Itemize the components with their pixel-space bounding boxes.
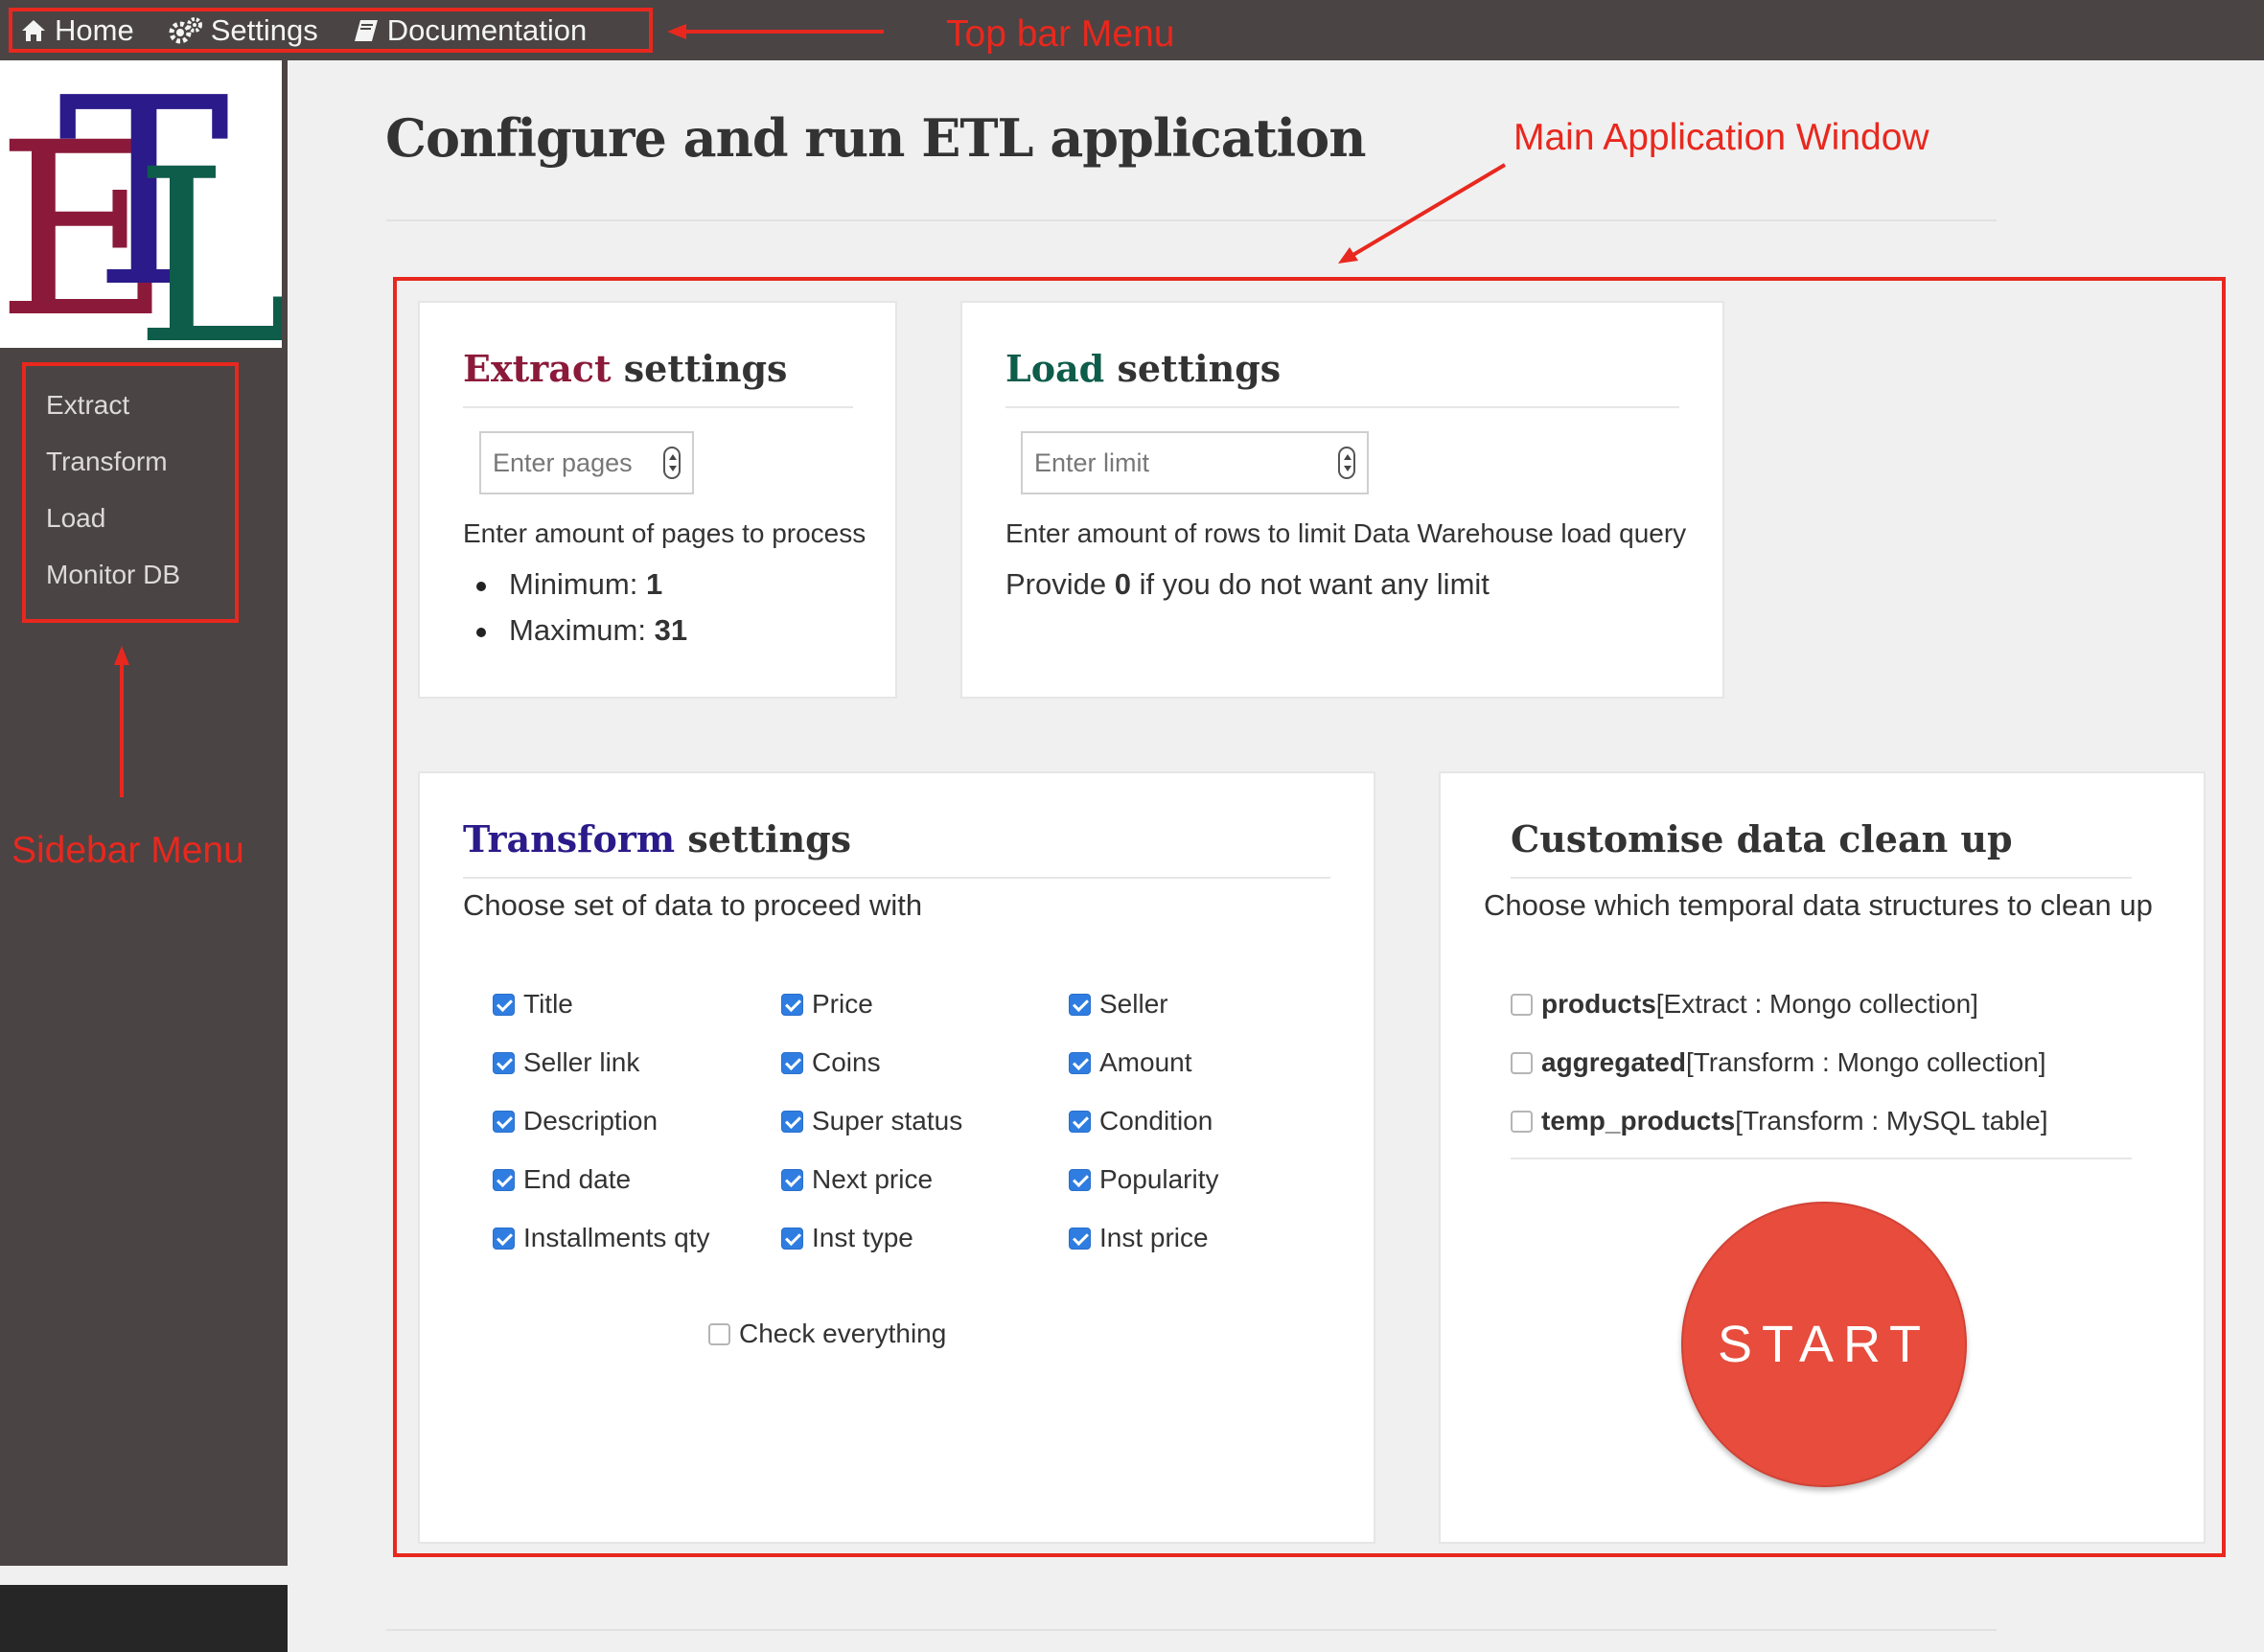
arrow-to-main-window <box>1338 163 1507 264</box>
arrow-to-top-menu <box>667 24 884 39</box>
annotation-arrows <box>114 24 1507 797</box>
arrow-to-sidebar-menu <box>114 646 129 797</box>
